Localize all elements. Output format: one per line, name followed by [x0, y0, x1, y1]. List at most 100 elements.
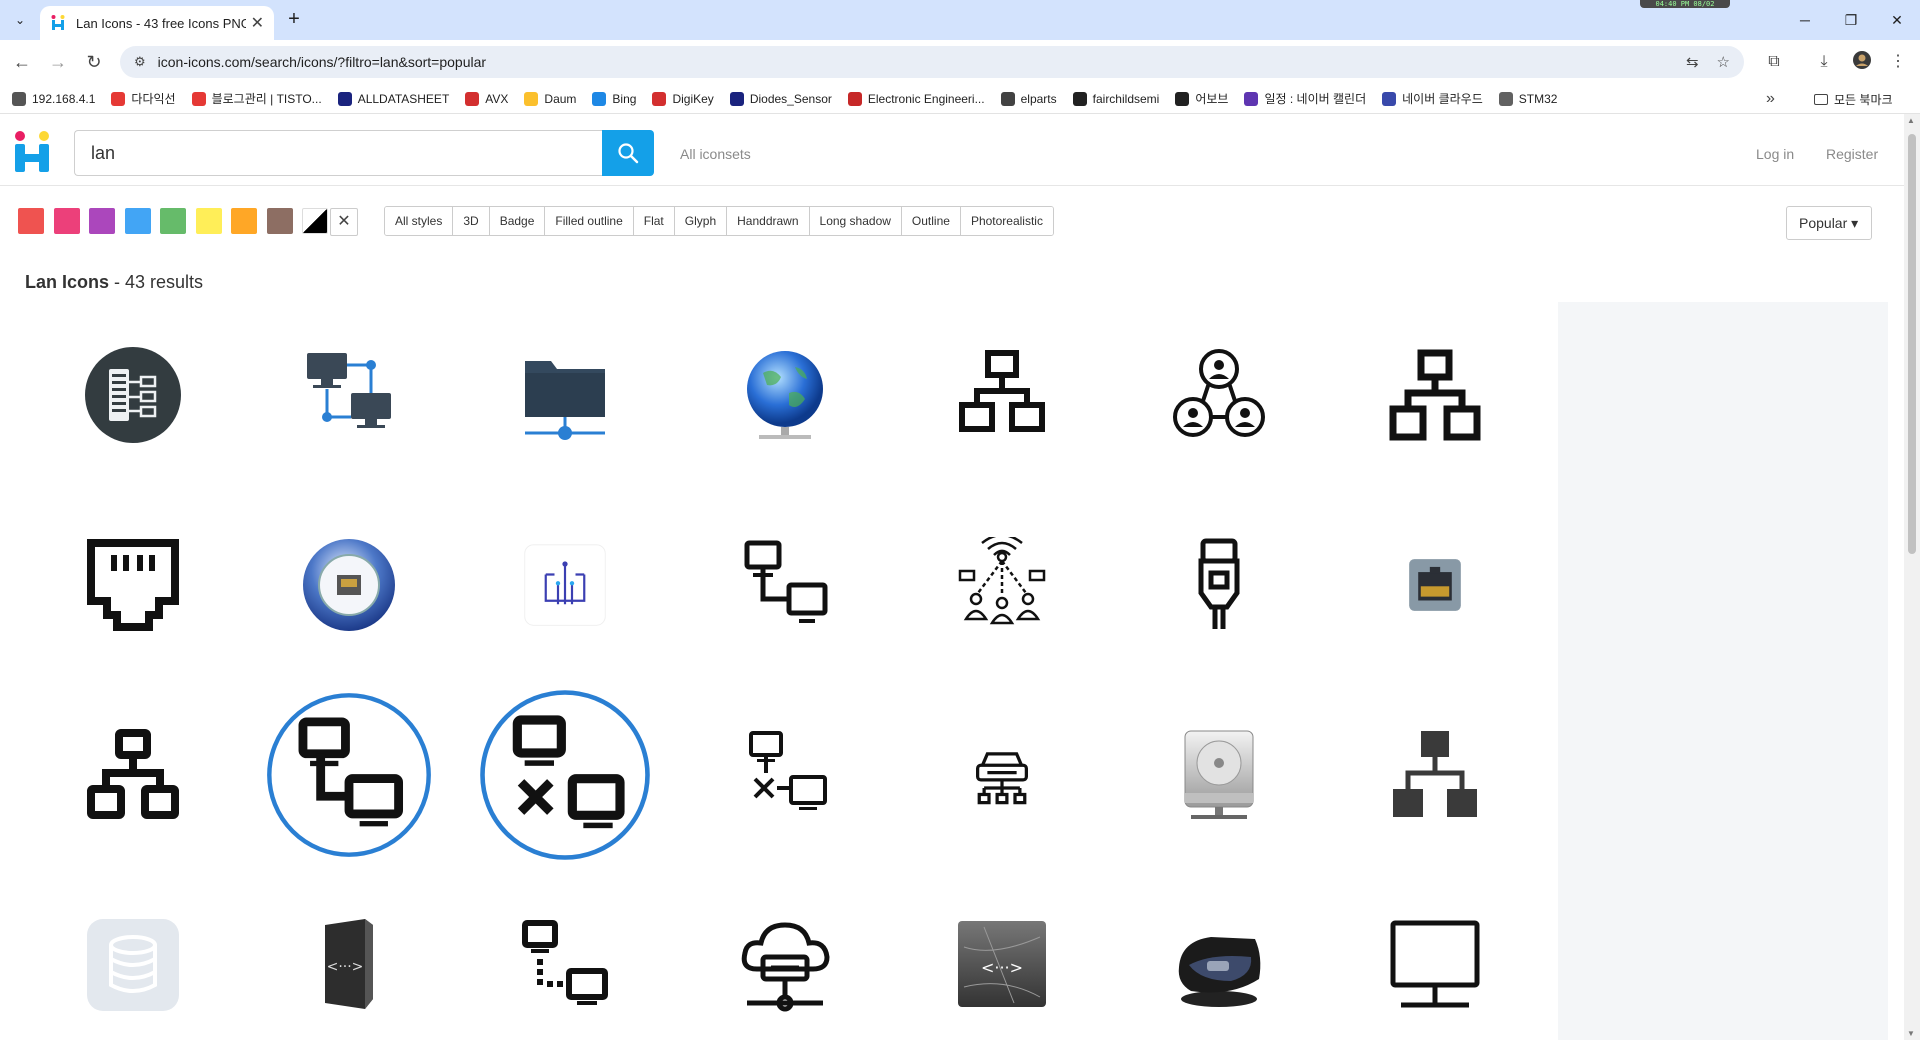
reload-icon[interactable]: ↻	[82, 50, 106, 74]
forward-icon[interactable]: →	[46, 50, 70, 74]
style-filter-button[interactable]: Glyph	[674, 207, 728, 235]
color-swatch[interactable]	[231, 208, 257, 234]
style-filter-button[interactable]: Long shadow	[809, 207, 902, 235]
minimize-icon[interactable]: ─	[1790, 8, 1820, 32]
network-computers-blue-icon[interactable]	[254, 300, 444, 490]
menu-icon[interactable]: ⋮	[1886, 50, 1910, 74]
users-network-icon[interactable]	[1124, 300, 1314, 490]
computers-link-icon[interactable]	[690, 490, 880, 680]
bookmark-item[interactable]: 어보브	[1175, 90, 1228, 107]
ethernet-port-icon[interactable]	[38, 490, 228, 680]
network-car-icon[interactable]	[907, 680, 1097, 870]
ethernet-port-globe-icon[interactable]	[254, 490, 444, 680]
lan-glyph-icon[interactable]	[38, 680, 228, 870]
bookmark-item[interactable]: ALLDATASHEET	[337, 91, 449, 106]
restore-icon[interactable]: ❐	[1836, 8, 1866, 32]
router-device-icon[interactable]	[1124, 870, 1314, 1040]
bookmark-item[interactable]: 다다익선	[111, 90, 176, 107]
new-tab-button[interactable]: +	[282, 8, 306, 32]
lan-outline-icon[interactable]	[907, 300, 1097, 490]
network-drive-icon[interactable]	[1124, 680, 1314, 870]
bookmarks-overflow-icon[interactable]: »	[1766, 90, 1775, 108]
style-filter-button[interactable]: Outline	[901, 207, 961, 235]
page-content: All iconsets Log in Register ✕ All style…	[0, 114, 1904, 1040]
database-icon[interactable]	[38, 870, 228, 1040]
back-icon[interactable]: ←	[10, 50, 34, 74]
sort-dropdown[interactable]: Popular ▾	[1786, 206, 1872, 240]
color-swatch[interactable]	[89, 208, 115, 234]
search-icon	[618, 143, 639, 164]
bookmark-favicon-icon	[652, 91, 667, 106]
all-bookmarks[interactable]: 모든 북마크	[1814, 84, 1893, 114]
bookmark-favicon-icon	[592, 91, 607, 106]
color-swatch[interactable]	[124, 208, 151, 234]
bookmark-item[interactable]: 네이버 클라우드	[1382, 90, 1483, 107]
bookmark-favicon-icon	[1000, 91, 1015, 106]
bookmark-item[interactable]: 192.168.4.1	[12, 91, 95, 106]
network-server-box-icon[interactable]: <···>	[254, 870, 444, 1040]
bookmark-item[interactable]: Diodes_Sensor	[729, 91, 832, 106]
bookmark-item[interactable]: 블로그관리 | TISTO...	[191, 90, 322, 107]
bookmark-item[interactable]: STM32	[1498, 91, 1557, 106]
bookmark-item[interactable]: Bing	[592, 91, 636, 106]
color-swatch[interactable]	[266, 208, 293, 234]
network-interface-icon[interactable]	[470, 490, 660, 680]
computers-disconnected-icon[interactable]	[690, 680, 880, 870]
bookmark-item[interactable]: AVX	[465, 91, 508, 106]
site-logo[interactable]	[12, 130, 52, 174]
profile-avatar[interactable]	[1850, 50, 1874, 74]
clear-color-icon[interactable]: ✕	[330, 208, 358, 236]
computers-disconnected-circle-icon[interactable]	[470, 680, 660, 870]
bookmark-item[interactable]: DigiKey	[652, 91, 714, 106]
computers-dotted-link-icon[interactable]	[470, 870, 660, 1040]
ethernet-cable-icon[interactable]	[1124, 490, 1314, 680]
ethernet-jack-icon[interactable]	[1340, 490, 1530, 680]
all-iconsets-link[interactable]: All iconsets	[680, 146, 751, 162]
network-card-icon[interactable]: <···>	[907, 870, 1097, 1040]
bookmark-favicon-icon	[337, 91, 352, 106]
wireless-people-network-icon[interactable]	[907, 490, 1097, 680]
tab-search-icon[interactable]: ⌄	[8, 8, 32, 32]
bookmark-item[interactable]: fairchildsemi	[1072, 91, 1159, 106]
address-bar[interactable]: ⚙ icon-icons.com/search/icons/?filtro=la…	[120, 46, 1744, 78]
style-filter-button[interactable]: Flat	[633, 207, 675, 235]
style-filter-button[interactable]: Filled outline	[545, 207, 634, 235]
extensions-icon[interactable]: ⧉	[1762, 50, 1786, 74]
page-scrollbar[interactable]: ▲ ▼	[1904, 114, 1920, 1040]
bookmark-item[interactable]: elparts	[1000, 91, 1057, 106]
server-badge-icon[interactable]	[38, 300, 228, 490]
clock-badge: 04:40 PM 08/02	[1640, 0, 1730, 8]
tab-close-icon[interactable]: ✕	[251, 13, 264, 33]
bookmark-star-icon[interactable]: ☆	[1717, 53, 1730, 71]
download-icon[interactable]: ⤓	[1812, 50, 1836, 74]
style-filter-button[interactable]: All styles	[385, 207, 454, 235]
translate-icon[interactable]: ⇆	[1686, 53, 1699, 71]
bookmark-item[interactable]: Daum	[524, 91, 576, 106]
register-link[interactable]: Register	[1826, 146, 1878, 162]
style-filter-button[interactable]: 3D	[453, 207, 490, 235]
monitor-icon[interactable]	[1340, 870, 1530, 1040]
tab-active[interactable]: Lan Icons - 43 free Icons PNG ✕	[40, 6, 274, 40]
lan-hierarchy-flat-icon[interactable]	[1340, 680, 1530, 870]
color-swatch[interactable]	[53, 208, 80, 234]
login-link[interactable]: Log in	[1756, 146, 1794, 162]
style-filter-button[interactable]: Handdrawn	[727, 207, 810, 235]
search-input[interactable]	[74, 130, 602, 176]
style-filter-button[interactable]: Badge	[489, 207, 546, 235]
globe-network-icon[interactable]	[690, 300, 880, 490]
scrollbar-thumb[interactable]	[1908, 134, 1916, 554]
bookmark-item[interactable]: 일정 : 네이버 캘린더	[1244, 90, 1366, 107]
computers-link-circle-icon[interactable]	[254, 680, 444, 870]
bookmark-item[interactable]: Electronic Engineeri...	[847, 91, 985, 106]
color-swatch[interactable]	[18, 208, 44, 234]
search-button[interactable]	[602, 130, 654, 176]
style-filter-button[interactable]: Photorealistic	[960, 207, 1053, 235]
window-close-icon[interactable]: ✕	[1882, 8, 1912, 32]
site-info-icon[interactable]: ⚙	[134, 54, 146, 70]
network-folder-icon[interactable]	[470, 300, 660, 490]
cloud-network-icon[interactable]	[690, 870, 880, 1040]
color-swatch[interactable]	[195, 208, 222, 234]
network-hierarchy-icon[interactable]	[1340, 300, 1530, 490]
color-swatch[interactable]	[160, 208, 186, 234]
color-swatch[interactable]	[302, 208, 328, 234]
